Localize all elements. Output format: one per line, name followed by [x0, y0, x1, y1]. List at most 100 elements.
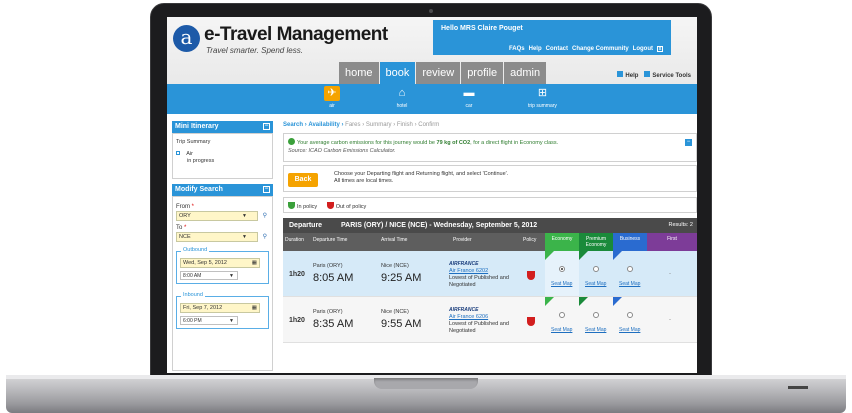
seat-map-link[interactable]: Seat Map: [551, 281, 572, 287]
back-button[interactable]: Back: [288, 173, 318, 187]
from-label-text: From: [176, 204, 190, 210]
seat-map-link[interactable]: Seat Map: [619, 281, 640, 287]
fare-radio[interactable]: [627, 312, 633, 318]
fare-radio[interactable]: [559, 312, 565, 318]
fare-radio[interactable]: [593, 312, 599, 318]
sidebar: Mini Itinerary − Trip Summary Air in pro…: [172, 121, 273, 373]
class-first: First: [647, 233, 697, 251]
fare-economy[interactable]: Seat Map: [545, 251, 579, 296]
to-field[interactable]: NCE ▼ ⚲: [176, 232, 267, 242]
arr-city: Nice (NCE): [381, 309, 409, 315]
fare-premium-economy[interactable]: Seat Map: [579, 251, 613, 296]
col-departure-time[interactable]: Departure Time: [313, 237, 347, 243]
app-tagline: Travel smarter. Spend less.: [206, 46, 303, 55]
outbound-date: Wed, Sep 5, 2012: [183, 260, 227, 266]
airline-logo: AIRFRANCE: [449, 307, 479, 313]
car-icon: ▬: [463, 87, 475, 99]
from-field[interactable]: ORY ▼ ⚲: [176, 211, 267, 221]
seat-map-link[interactable]: Seat Map: [585, 281, 606, 287]
dep-time: 8:05 AM: [313, 272, 354, 284]
subnav-car-label: car: [465, 103, 473, 109]
not-available: -: [669, 271, 671, 277]
flight-link[interactable]: Air France 6206: [449, 314, 488, 320]
subnav-air[interactable]: ✈ air: [324, 86, 340, 109]
carbon-notice: Your average carbon emissions for this j…: [283, 133, 697, 162]
crumb-sep: ›: [304, 122, 307, 128]
collapse-icon[interactable]: −: [685, 139, 692, 146]
seat-map-link[interactable]: Seat Map: [619, 327, 640, 333]
seat-map-link[interactable]: Seat Map: [585, 327, 606, 333]
fare-flag: [579, 297, 588, 306]
flight-row[interactable]: 1h20 Paris (ORY) 8:05 AM Nice (NCE) 9:25…: [283, 251, 697, 297]
provider: AIRFRANCE Air France 6206 Lowest of Publ…: [449, 307, 509, 335]
outbound-date-field[interactable]: Wed, Sep 5, 2012 ▦: [180, 258, 260, 268]
flight-duration: 1h20: [289, 317, 305, 324]
service-tools-button[interactable]: Service Tools: [644, 71, 691, 79]
fare-flag: [613, 297, 622, 306]
collapse-icon[interactable]: −: [263, 186, 270, 193]
tab-home[interactable]: home: [339, 62, 379, 84]
fare-radio[interactable]: [627, 266, 633, 272]
results-count: Results: 2: [668, 222, 693, 228]
from-value: ORY: [179, 213, 191, 219]
crumb-availability[interactable]: Availability: [308, 122, 339, 128]
calendar-icon[interactable]: ▦: [252, 305, 257, 311]
chevron-down-icon[interactable]: ▼: [242, 234, 247, 240]
flight-duration: 1h20: [289, 271, 305, 278]
collapse-icon[interactable]: −: [263, 123, 270, 130]
help-link[interactable]: Help: [529, 46, 542, 52]
tools-icon: [644, 71, 651, 77]
subnav-car[interactable]: ▬ car: [461, 86, 477, 109]
inbound-date-field[interactable]: Fri, Sep 7, 2012 ▦: [180, 303, 260, 313]
subnav-hotel[interactable]: ⌂ hotel: [394, 86, 410, 109]
flight-row[interactable]: 1h20 Paris (ORY) 8:35 AM Nice (NCE) 9:55…: [283, 297, 697, 343]
contact-link[interactable]: Contact: [546, 46, 568, 52]
fare-business[interactable]: Seat Map: [613, 297, 647, 342]
itinerary-status: in progress: [187, 158, 215, 164]
checkbox-icon: [176, 151, 180, 155]
change-community-link[interactable]: Change Community: [572, 46, 629, 52]
subnav-trip-summary[interactable]: ⊞ trip summary: [528, 86, 557, 109]
class-premium-economy: Premium Economy: [579, 233, 613, 251]
help-button[interactable]: Help: [617, 71, 638, 79]
inbound-time-select[interactable]: 6:00 PM ▼: [180, 316, 238, 325]
logout-icon[interactable]: x: [657, 46, 663, 52]
instructions: Choose your Departing flight and Returni…: [334, 171, 508, 184]
required-mark: *: [184, 225, 187, 231]
fare-economy[interactable]: Seat Map: [545, 297, 579, 342]
mini-itinerary-header: Mini Itinerary −: [172, 121, 273, 133]
logout-link[interactable]: Logout: [633, 46, 653, 52]
user-box: Hello MRS Claire Pouget FAQs Help Contac…: [433, 20, 671, 55]
tab-review[interactable]: review: [416, 62, 461, 84]
search-icon[interactable]: ⚲: [263, 212, 267, 219]
arr-city: Nice (NCE): [381, 263, 409, 269]
service-tools-label: Service Tools: [652, 73, 691, 79]
tab-admin[interactable]: admin: [504, 62, 547, 84]
fare-premium-economy[interactable]: Seat Map: [579, 297, 613, 342]
booking-subnav: ✈ air ⌂ hotel ▬ car ⊞ trip summary: [167, 84, 697, 114]
faqs-link[interactable]: FAQs: [509, 46, 525, 52]
tab-profile[interactable]: profile: [461, 62, 504, 84]
fare-radio[interactable]: [593, 266, 599, 272]
col-provider[interactable]: Provider: [453, 237, 472, 243]
fare-radio[interactable]: [559, 266, 565, 272]
main-content: Search › Availability › Fares › Summary …: [283, 121, 697, 343]
crumb-search[interactable]: Search: [283, 122, 303, 128]
inbound-time: 6:00 PM: [183, 318, 202, 324]
seat-map-link[interactable]: Seat Map: [551, 327, 572, 333]
search-icon[interactable]: ⚲: [263, 233, 267, 240]
tab-book[interactable]: book: [379, 62, 416, 84]
col-arrival-time[interactable]: Arrival Time: [381, 237, 407, 243]
to-label-text: To: [176, 225, 183, 231]
modify-search-title: Modify Search: [175, 186, 223, 193]
chevron-down-icon[interactable]: ▼: [242, 213, 247, 219]
col-duration[interactable]: Duration: [285, 237, 304, 243]
outbound-time: 8:00 AM: [183, 273, 202, 279]
flight-link[interactable]: Air France 6202: [449, 268, 488, 274]
calendar-icon[interactable]: ▦: [252, 260, 257, 266]
subnav-trip-summary-label: trip summary: [528, 103, 557, 109]
outbound-legend: Outbound: [181, 247, 210, 253]
fare-business[interactable]: Seat Map: [613, 251, 647, 296]
col-policy[interactable]: Policy: [523, 237, 536, 243]
outbound-time-select[interactable]: 8:00 AM ▼: [180, 271, 238, 280]
